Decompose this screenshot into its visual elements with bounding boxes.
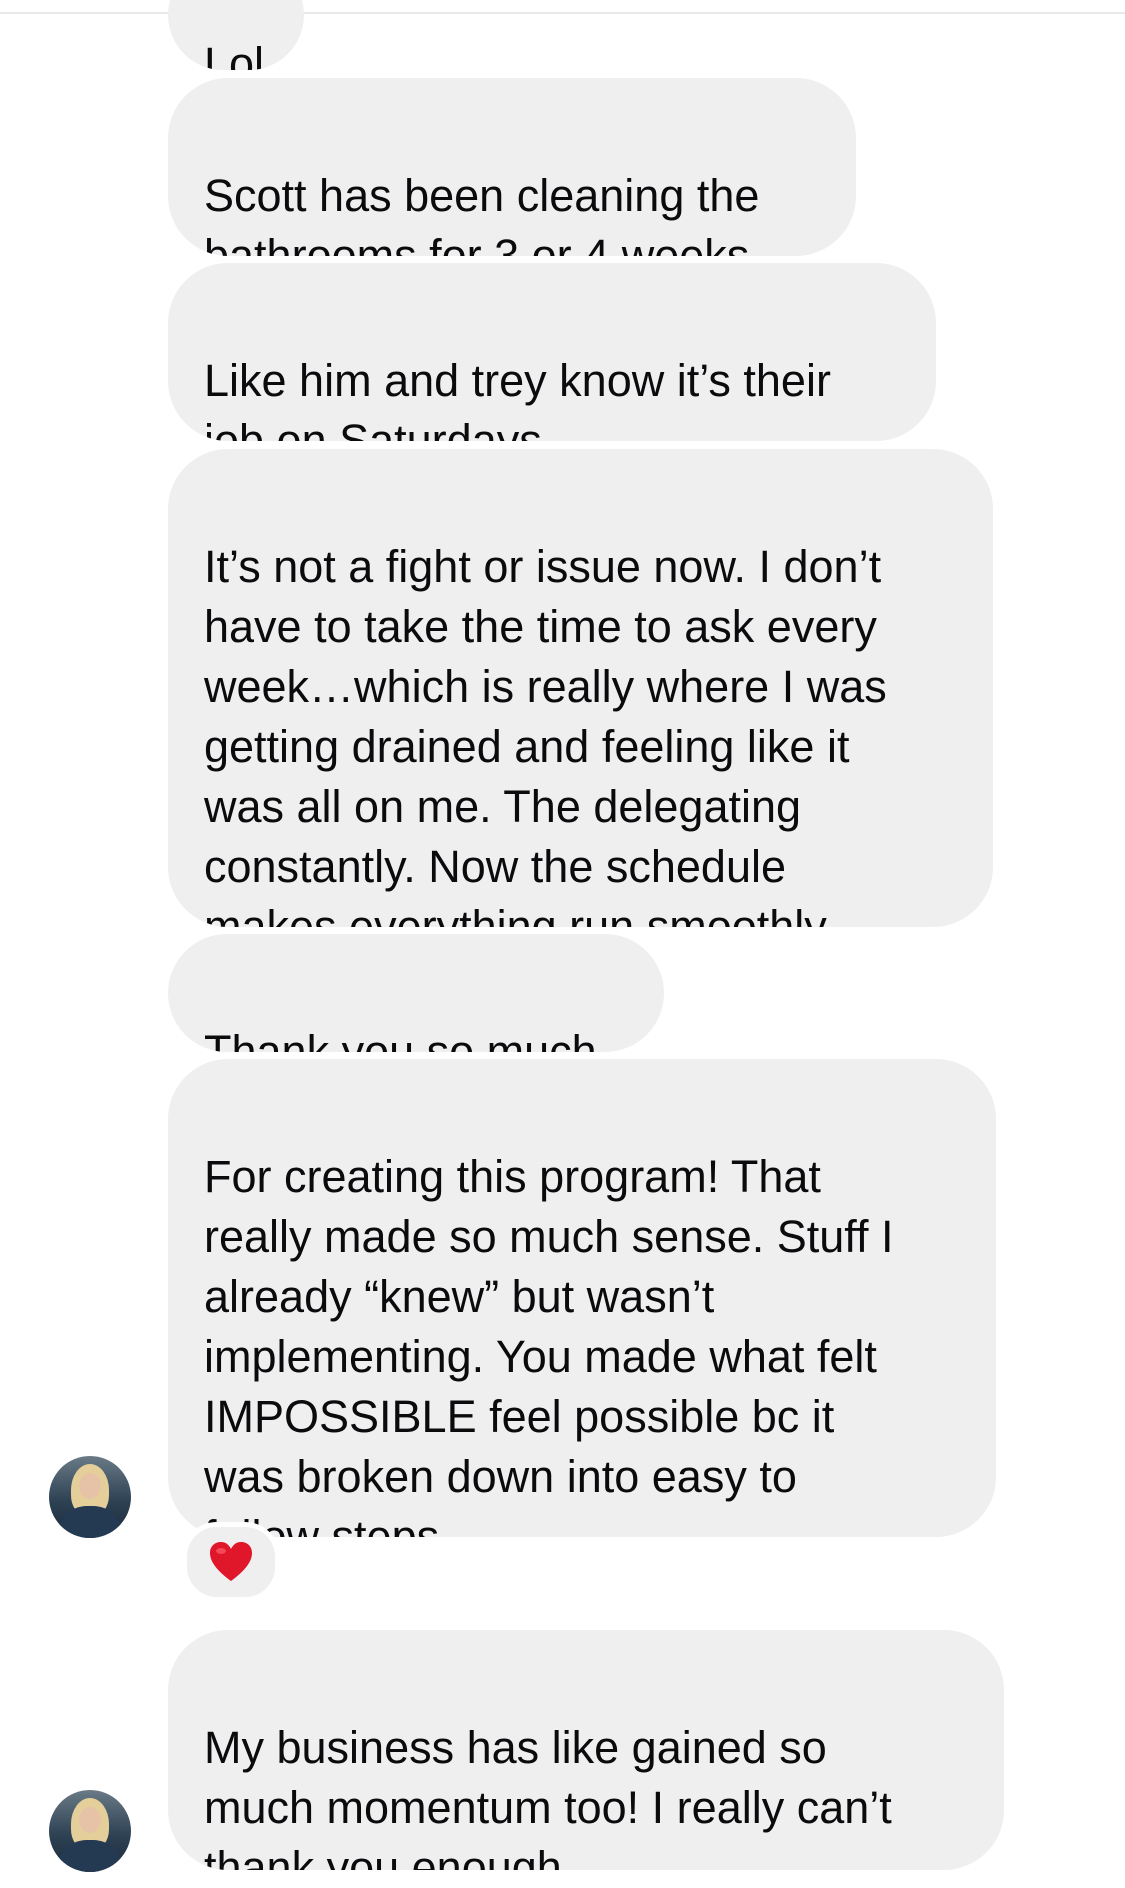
message-text: Scott has been cleaning the bathrooms fo… xyxy=(204,170,760,256)
message-bubble[interactable]: It’s not a fight or issue now. I don’t h… xyxy=(168,449,993,927)
message-text: It’s not a fight or issue now. I don’t h… xyxy=(204,541,887,927)
sender-avatar[interactable] xyxy=(49,1456,131,1538)
message-text: Thank you so much xyxy=(204,1026,597,1052)
message-text: Like him and trey know it’s their job on… xyxy=(204,355,831,441)
message-bubble[interactable]: Scott has been cleaning the bathrooms fo… xyxy=(168,78,856,256)
message-text: For creating this program! That really m… xyxy=(204,1151,894,1537)
message-text: My business has like gained so much mome… xyxy=(204,1722,892,1870)
message-bubble[interactable]: Thank you so much xyxy=(168,934,664,1052)
message-bubble[interactable]: My business has like gained so much mome… xyxy=(168,1630,1004,1870)
message-text: Lol xyxy=(204,38,265,70)
message-bubble-partial[interactable]: Lol xyxy=(168,0,304,70)
sender-avatar[interactable] xyxy=(49,1790,131,1872)
message-bubble[interactable]: For creating this program! That really m… xyxy=(168,1059,996,1537)
message-reaction[interactable] xyxy=(182,1522,280,1602)
heart-icon xyxy=(210,1542,252,1581)
message-bubble[interactable]: Like him and trey know it’s their job on… xyxy=(168,263,936,441)
